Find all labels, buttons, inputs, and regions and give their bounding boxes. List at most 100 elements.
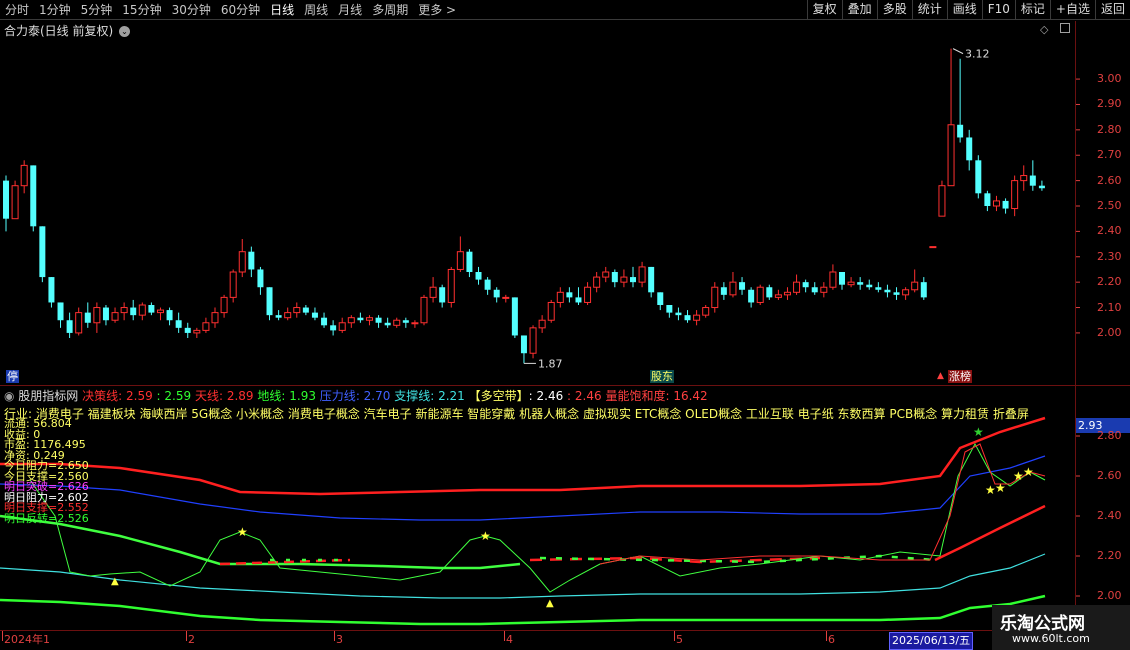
- toolbar-button[interactable]: 统计: [911, 0, 947, 20]
- candle-body: [911, 281, 919, 291]
- price-tick-label: 2.40: [1097, 224, 1122, 238]
- candle-body: [266, 287, 273, 316]
- period-tab[interactable]: 15分钟: [117, 0, 166, 20]
- period-tab[interactable]: 日线: [265, 0, 299, 20]
- price-tick-label: 2.60: [1097, 173, 1122, 187]
- period-tab[interactable]: 月线: [333, 0, 367, 20]
- toolbar-button[interactable]: 复权: [806, 0, 842, 20]
- candle-body: [1011, 180, 1019, 210]
- stock-title-text: 合力泰(日线 前复权): [4, 24, 114, 38]
- price-tick-label: 3.00: [1097, 72, 1122, 86]
- main-chart-pane[interactable]: 3.12 1.87 合力泰(日线 前复权) ⌄ ◇ 3.00 2.90 2.80 2.7…: [0, 21, 1130, 385]
- date-tick: 3: [336, 633, 343, 646]
- date-tick-mark: [2, 631, 3, 641]
- candle-body: [184, 327, 191, 333]
- diamond-icon[interactable]: ◇: [1040, 23, 1048, 36]
- candle-body: [293, 307, 301, 314]
- candle-body: [820, 286, 828, 293]
- toolbar-button[interactable]: +自选: [1049, 0, 1095, 20]
- toolbar-button[interactable]: 返回: [1094, 0, 1130, 20]
- period-tab[interactable]: 分时: [0, 0, 34, 20]
- toolbar-button[interactable]: 画线: [946, 0, 982, 20]
- event-tag[interactable]: 涨榜: [948, 370, 972, 383]
- date-tick-mark: [186, 631, 187, 641]
- stock-title[interactable]: 合力泰(日线 前复权) ⌄: [4, 22, 131, 39]
- candlestick-chart[interactable]: 3.12 1.87: [0, 21, 1130, 385]
- sky-line: [0, 416, 1046, 496]
- candle-body: [729, 281, 737, 296]
- price-tick-label: 2.10: [1097, 300, 1122, 314]
- candle-body: [375, 317, 382, 323]
- star-icon: ★: [237, 525, 248, 539]
- triangle-up-icon: ▲: [546, 598, 554, 609]
- indicator-line-value: 2.89: [226, 389, 254, 403]
- candle-body: [947, 124, 955, 187]
- candle-body: [975, 160, 982, 194]
- candle-body: [502, 296, 510, 299]
- chevron-down-icon[interactable]: ⌄: [119, 26, 131, 37]
- candle-body: [238, 251, 246, 273]
- watermark-title: 乐淘公式网: [1000, 614, 1085, 634]
- candle-body: [866, 284, 873, 288]
- candle-body: [875, 287, 882, 290]
- candle-body: [638, 266, 646, 283]
- toolbar-button[interactable]: 多股: [876, 0, 912, 20]
- indicator-pane[interactable]: ★ ★ ★ ★ ★ ★ ★ ▲ ▲ ◉ 股朋指标网 决策线: 2.59 : 2.59 天线: 2…: [0, 386, 1130, 630]
- candle-body: [666, 305, 673, 313]
- toolbar-button[interactable]: 叠加: [841, 0, 877, 20]
- candle-body: [130, 307, 137, 316]
- indicator-chart[interactable]: ★ ★★★ ★★★▲▲: [0, 386, 1130, 630]
- star-icon: ★: [995, 481, 1006, 495]
- settings-icon[interactable]: ◉: [4, 389, 18, 403]
- date-tick-mark: [826, 631, 827, 641]
- candle-body: [120, 307, 128, 314]
- candle-body: [602, 271, 610, 278]
- volume-label: 量能饱和度: [605, 389, 666, 403]
- event-tag[interactable]: 股东: [650, 370, 674, 383]
- indicator-line-label: 支撑线: [394, 389, 431, 403]
- candle-body: [411, 322, 419, 325]
- period-tab[interactable]: 周线: [299, 0, 333, 20]
- candle-body: [193, 329, 201, 334]
- volume-value: 16.42: [673, 389, 708, 403]
- candle-body: [338, 322, 346, 331]
- candle-body: [884, 289, 891, 293]
- colon: :: [118, 389, 127, 403]
- candle-body: [538, 319, 546, 329]
- period-tab[interactable]: 多周期: [367, 0, 413, 20]
- candle-body: [39, 226, 46, 278]
- candle-body: [156, 309, 164, 314]
- candle-body: [847, 281, 855, 286]
- candle-body: [657, 292, 664, 305]
- candle-body: [957, 124, 964, 138]
- candle-body: [766, 287, 773, 298]
- price-tick-label: 2.30: [1097, 249, 1122, 263]
- indicator-tick-label: 2.00: [1097, 589, 1122, 602]
- event-tag[interactable]: 停: [6, 370, 19, 383]
- candle-body: [675, 312, 682, 316]
- decision-red-line: [934, 504, 1046, 562]
- colon: :: [152, 389, 165, 403]
- star-icon: ★: [480, 529, 491, 543]
- toolbar-button[interactable]: F10: [981, 0, 1015, 20]
- period-tabs: 分时 1分钟 5分钟 15分钟 30分钟 60分钟 日线 周线 月线 多周期 更多 >: [0, 0, 461, 20]
- colon: :: [355, 389, 364, 403]
- period-tab[interactable]: 60分钟: [216, 0, 265, 20]
- period-tab[interactable]: 1分钟: [34, 0, 76, 20]
- candle-body: [1038, 185, 1045, 189]
- candle-body: [220, 296, 228, 314]
- colon: :: [218, 389, 227, 403]
- indicator-tick-label: 2.40: [1097, 509, 1122, 522]
- maximize-icon[interactable]: [1060, 23, 1070, 33]
- tool-buttons: 复权 叠加 多股 统计 画线 F10 标记 +自选 返回: [806, 0, 1130, 20]
- period-tab[interactable]: 5分钟: [76, 0, 118, 20]
- candle-body: [711, 286, 719, 309]
- candle-body: [893, 292, 900, 295]
- period-tab[interactable]: 30分钟: [167, 0, 216, 20]
- high-label: 3.12: [965, 48, 990, 61]
- candle-body: [493, 289, 500, 298]
- candle-body: [702, 307, 710, 316]
- period-tab[interactable]: 更多 >: [413, 0, 461, 20]
- candle-body: [684, 315, 691, 321]
- toolbar-button[interactable]: 标记: [1014, 0, 1050, 20]
